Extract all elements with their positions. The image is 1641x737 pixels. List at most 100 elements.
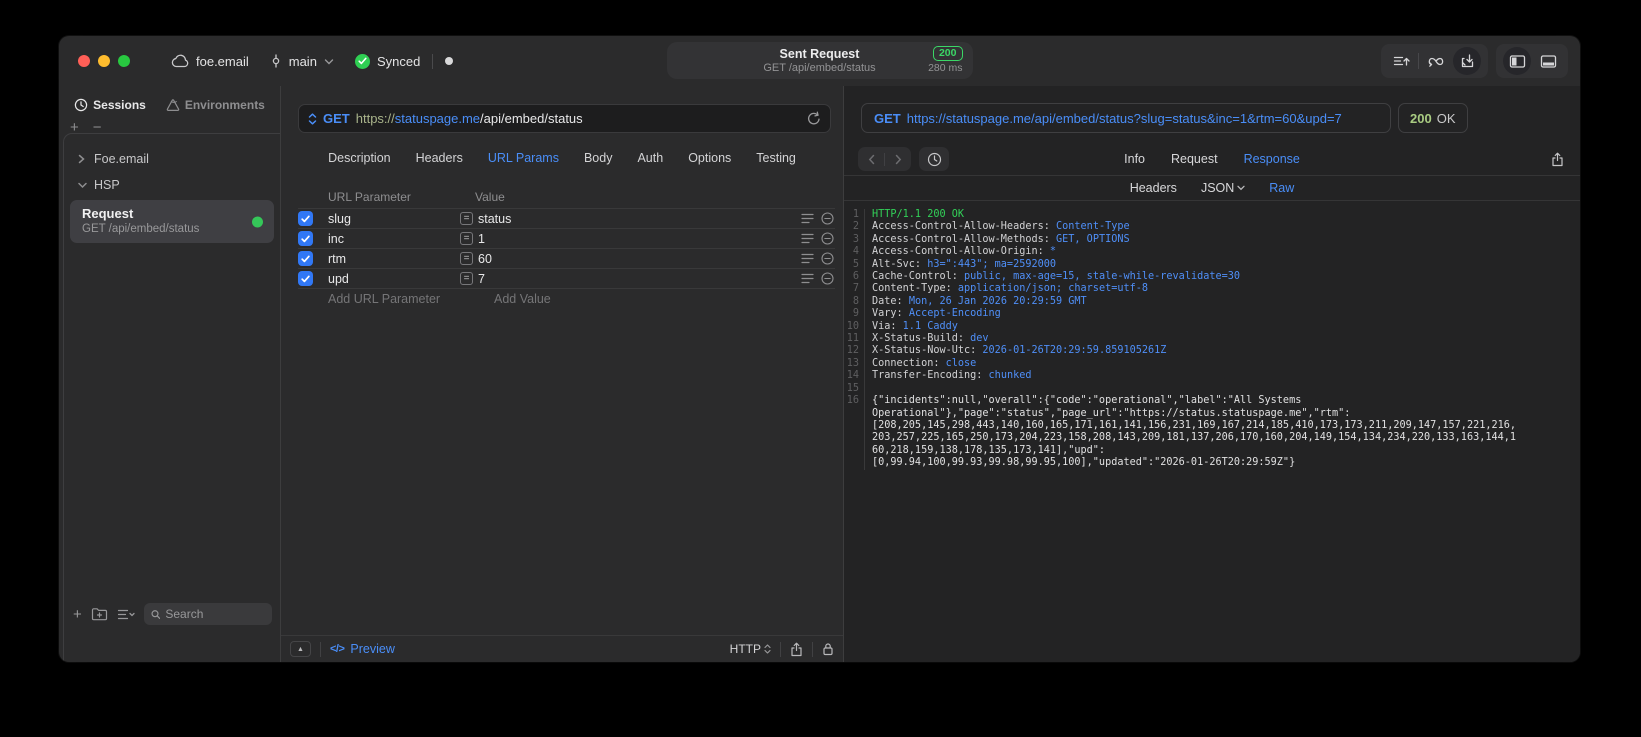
- tab-headers[interactable]: Headers: [416, 151, 463, 165]
- search-field[interactable]: [143, 603, 272, 625]
- line-number: 11: [844, 333, 865, 346]
- protocol-selector[interactable]: HTTP: [730, 642, 771, 656]
- tree-group-hsp[interactable]: HSP: [64, 172, 280, 198]
- request-list-item[interactable]: Request GET /api/embed/status: [70, 200, 274, 243]
- subtab-raw[interactable]: Raw: [1269, 181, 1294, 195]
- response-line: 6 Cache-Control: public, max-age=15, sta…: [844, 271, 1580, 284]
- history-button[interactable]: [919, 147, 949, 171]
- branch-name[interactable]: main: [289, 54, 317, 69]
- param-value[interactable]: 60: [478, 252, 801, 266]
- tab-body[interactable]: Body: [584, 151, 613, 165]
- refresh-icon: [808, 111, 820, 125]
- row-menu-icon[interactable]: [801, 273, 814, 284]
- param-value[interactable]: status: [478, 212, 801, 226]
- remove-row-icon[interactable]: [821, 272, 834, 285]
- desktop-background: foe.email main Synced Sent Request GET /…: [0, 0, 1641, 737]
- add-session-button[interactable]: +: [70, 119, 79, 136]
- chevron-down-icon[interactable]: [78, 182, 87, 189]
- row-menu-icon[interactable]: [801, 213, 814, 224]
- tab-info[interactable]: Info: [1124, 152, 1145, 166]
- tab-testing[interactable]: Testing: [756, 151, 796, 165]
- history-forward-button[interactable]: [885, 154, 911, 165]
- ssl-lock-icon[interactable]: [822, 642, 834, 656]
- export-response-button[interactable]: [1551, 152, 1564, 167]
- tab-auth[interactable]: Auth: [637, 151, 663, 165]
- history-back-button[interactable]: [858, 154, 884, 165]
- chevron-right-icon[interactable]: [78, 154, 87, 164]
- equals-icon[interactable]: =: [460, 232, 473, 245]
- close-button[interactable]: [78, 55, 90, 67]
- remove-session-button[interactable]: −: [93, 119, 102, 136]
- sync-loop-button[interactable]: [1421, 47, 1451, 75]
- equals-icon[interactable]: =: [460, 252, 473, 265]
- resend-button[interactable]: [807, 111, 821, 126]
- editor-footer: ▲ </> Preview HTTP: [281, 635, 843, 662]
- sent-request-summary[interactable]: Sent Request GET /api/embed/status 200 2…: [666, 42, 973, 79]
- equals-icon[interactable]: =: [460, 272, 473, 285]
- stepper-icon: [764, 644, 771, 654]
- collapse-panel-button[interactable]: ▲: [290, 641, 311, 657]
- row-menu-icon[interactable]: [801, 253, 814, 264]
- share-request-button[interactable]: [790, 642, 803, 657]
- search-input[interactable]: [165, 607, 265, 621]
- url-bar[interactable]: GET https://statuspage.me/api/embed/stat…: [298, 104, 831, 133]
- new-folder-button[interactable]: [91, 607, 108, 621]
- tab-options[interactable]: Options: [688, 151, 731, 165]
- subtab-json[interactable]: JSON: [1201, 181, 1245, 195]
- param-name[interactable]: upd: [328, 272, 460, 286]
- method-stepper-icon[interactable]: [308, 112, 317, 125]
- row-menu-icon[interactable]: [801, 233, 814, 244]
- toggle-bottom-panel-button[interactable]: [1533, 47, 1563, 75]
- param-value[interactable]: 1: [478, 232, 801, 246]
- tree-group-foe-email[interactable]: Foe.email: [64, 146, 280, 172]
- project-name[interactable]: foe.email: [196, 54, 249, 69]
- import-response-button[interactable]: [1453, 47, 1481, 75]
- request-status-dot: [252, 216, 263, 227]
- param-name[interactable]: rtm: [328, 252, 460, 266]
- subtab-headers[interactable]: Headers: [1130, 181, 1177, 195]
- param-name[interactable]: inc: [328, 232, 460, 246]
- send-request-button[interactable]: [1386, 47, 1416, 75]
- response-line: 15: [844, 382, 1580, 396]
- param-checkbox[interactable]: [298, 251, 313, 266]
- preview-button[interactable]: </> Preview: [330, 642, 395, 656]
- app-window: foe.email main Synced Sent Request GET /…: [59, 36, 1580, 662]
- chevron-down-icon[interactable]: [324, 58, 334, 65]
- code-icon: </>: [330, 643, 345, 655]
- param-checkbox[interactable]: [298, 211, 313, 226]
- response-request-line[interactable]: GET https://statuspage.me/api/embed/stat…: [861, 103, 1391, 133]
- response-line: 13 Connection: close: [844, 357, 1580, 371]
- tab-request[interactable]: Request: [1171, 152, 1218, 166]
- line-number: 15: [844, 382, 865, 396]
- sync-status-label[interactable]: Synced: [377, 54, 420, 69]
- tab-url-params[interactable]: URL Params: [488, 151, 559, 165]
- method-label[interactable]: GET: [323, 111, 350, 126]
- remove-row-icon[interactable]: [821, 212, 834, 225]
- titlebar-divider: [432, 53, 434, 69]
- tab-sessions[interactable]: Sessions: [74, 98, 146, 112]
- add-param-name-placeholder[interactable]: Add URL Parameter: [328, 292, 475, 306]
- param-value[interactable]: 7: [478, 272, 801, 286]
- remove-row-icon[interactable]: [821, 232, 834, 245]
- param-name[interactable]: slug: [328, 212, 460, 226]
- param-checkbox[interactable]: [298, 271, 313, 286]
- add-param-value-placeholder[interactable]: Add Value: [494, 292, 551, 306]
- add-param-row[interactable]: Add URL Parameter Add Value: [298, 288, 835, 308]
- remove-row-icon[interactable]: [821, 252, 834, 265]
- zoom-button[interactable]: [118, 55, 130, 67]
- line-number: 2: [844, 221, 865, 234]
- minimize-button[interactable]: [98, 55, 110, 67]
- cloud-icon: [171, 54, 189, 68]
- add-request-button[interactable]: +: [73, 606, 82, 623]
- sort-list-button[interactable]: [117, 608, 135, 621]
- tab-environments[interactable]: Environments: [166, 98, 265, 112]
- tab-response[interactable]: Response: [1244, 152, 1300, 166]
- response-line: 10 Via: 1.1 Caddy: [844, 320, 1580, 334]
- tab-description[interactable]: Description: [328, 151, 391, 165]
- equals-icon[interactable]: =: [460, 212, 473, 225]
- line-text: Cache-Control: public, max-age=15, stale…: [872, 271, 1241, 283]
- line-number: 12: [844, 345, 865, 358]
- toggle-left-sidebar-button[interactable]: [1503, 47, 1531, 75]
- param-checkbox[interactable]: [298, 231, 313, 246]
- url-text[interactable]: https://statuspage.me/api/embed/status: [356, 111, 583, 126]
